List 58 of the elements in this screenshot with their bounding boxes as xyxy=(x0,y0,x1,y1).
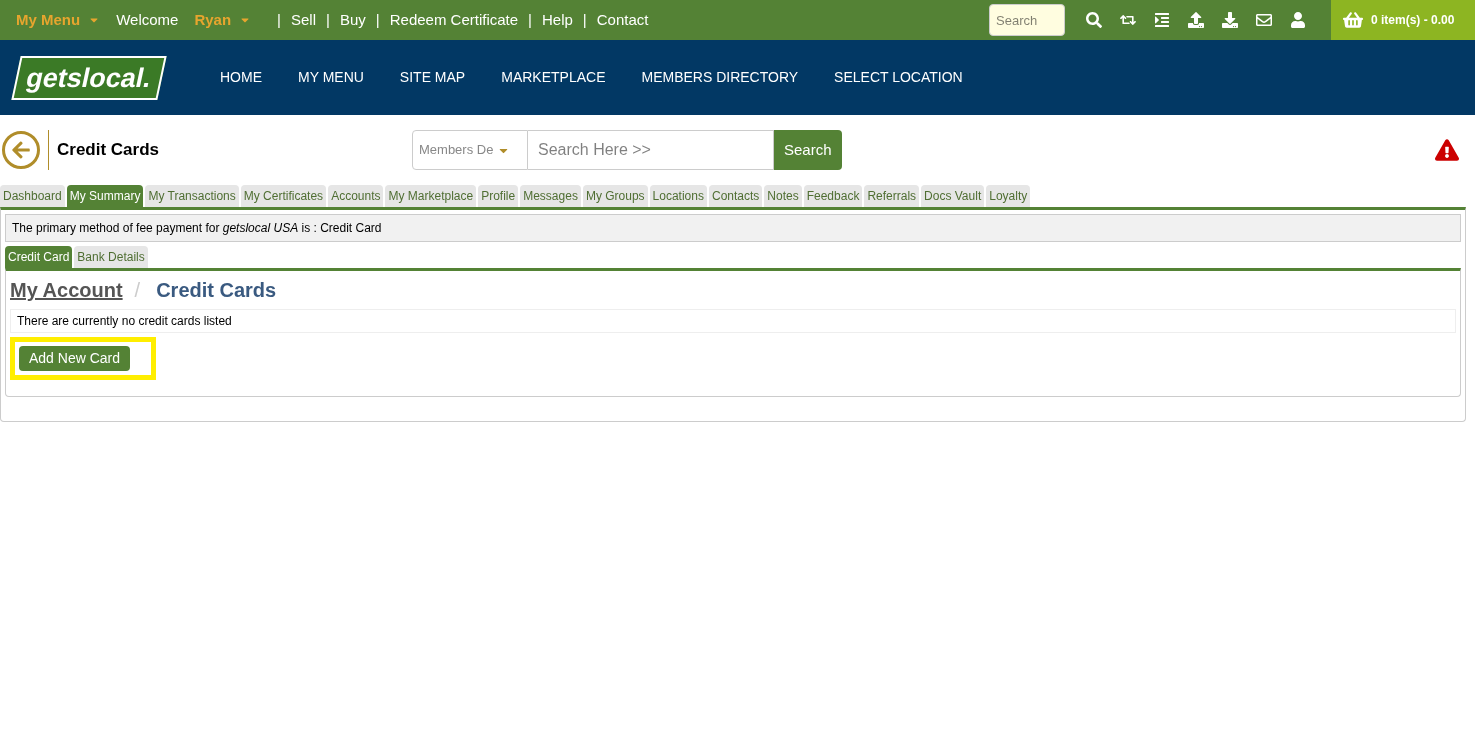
tab[interactable]: Accounts xyxy=(328,185,384,207)
search-icon[interactable] xyxy=(1086,12,1102,28)
tab[interactable]: Referrals xyxy=(864,185,920,207)
page-title: Credit Cards xyxy=(57,139,161,162)
breadcrumb-separator: / xyxy=(134,278,141,303)
breadcrumb-current: Credit Cards xyxy=(156,278,277,303)
search-input[interactable]: Search Here >> xyxy=(528,130,774,170)
sub-tab[interactable]: Credit Card xyxy=(5,246,73,268)
tab[interactable]: Notes xyxy=(764,185,802,207)
tab[interactable]: Docs Vault xyxy=(921,185,985,207)
logo[interactable]: getslocal. xyxy=(11,55,167,100)
tab[interactable]: Locations xyxy=(649,185,707,207)
sub-tab[interactable]: Bank Details xyxy=(74,246,148,268)
search-field[interactable]: Search xyxy=(989,4,1065,36)
download-icon[interactable] xyxy=(1222,12,1238,28)
arrow-left-icon xyxy=(11,140,31,160)
welcome-text: Welcome xyxy=(116,9,179,30)
category-select[interactable]: Members De xyxy=(412,130,528,170)
indent-icon[interactable] xyxy=(1154,12,1170,28)
nav-link[interactable]: MARKETPLACE xyxy=(501,67,606,88)
nav-link[interactable]: MY MENU xyxy=(298,67,364,88)
warning-icon xyxy=(1435,138,1459,162)
nav-link[interactable]: HOME xyxy=(220,67,262,88)
tab[interactable]: My Certificates xyxy=(240,185,327,207)
tab[interactable]: My Marketplace xyxy=(385,185,477,207)
separator: | xyxy=(326,9,330,30)
tab[interactable]: Profile xyxy=(478,185,519,207)
basket-icon xyxy=(1343,10,1363,30)
tab[interactable]: Loyalty xyxy=(986,185,1031,207)
tab[interactable]: My Groups xyxy=(582,185,648,207)
empty-message: There are currently no credit cards listed xyxy=(10,309,1456,333)
separator: | xyxy=(528,9,532,30)
search-button[interactable]: Search xyxy=(774,130,842,170)
top-link[interactable]: Sell xyxy=(291,8,317,32)
top-link[interactable]: Contact xyxy=(596,8,649,32)
separator: | xyxy=(582,9,587,30)
tab[interactable]: My Transactions xyxy=(145,185,239,207)
nav-link[interactable]: SITE MAP xyxy=(399,67,466,88)
tab[interactable]: My Summary xyxy=(66,185,144,207)
top-link[interactable]: Help xyxy=(542,8,573,32)
tab[interactable]: Dashboard xyxy=(0,185,65,207)
tab[interactable]: Contacts xyxy=(708,185,763,207)
separator: | xyxy=(375,9,380,30)
mail-icon[interactable] xyxy=(1256,12,1272,28)
upload-icon[interactable] xyxy=(1188,12,1204,28)
notice-text: The primary method of fee payment for getslocal USA is : Credit Card xyxy=(5,214,1461,242)
breadcrumb-link[interactable]: My Account xyxy=(10,275,123,305)
back-button[interactable] xyxy=(2,131,40,169)
user-icon[interactable] xyxy=(1290,12,1306,28)
top-link[interactable]: Redeem Certificate xyxy=(389,8,519,32)
tab[interactable]: Messages xyxy=(520,185,581,207)
nav-link[interactable]: MEMBERS DIRECTORY xyxy=(641,67,799,88)
add-card-button[interactable]: Add New Card xyxy=(19,346,131,371)
retweet-icon[interactable] xyxy=(1120,12,1136,28)
top-link[interactable]: Buy xyxy=(339,8,366,32)
tab[interactable]: Feedback xyxy=(803,185,863,207)
separator: | xyxy=(277,9,281,30)
nav-link[interactable]: SELECT LOCATION xyxy=(834,67,963,88)
